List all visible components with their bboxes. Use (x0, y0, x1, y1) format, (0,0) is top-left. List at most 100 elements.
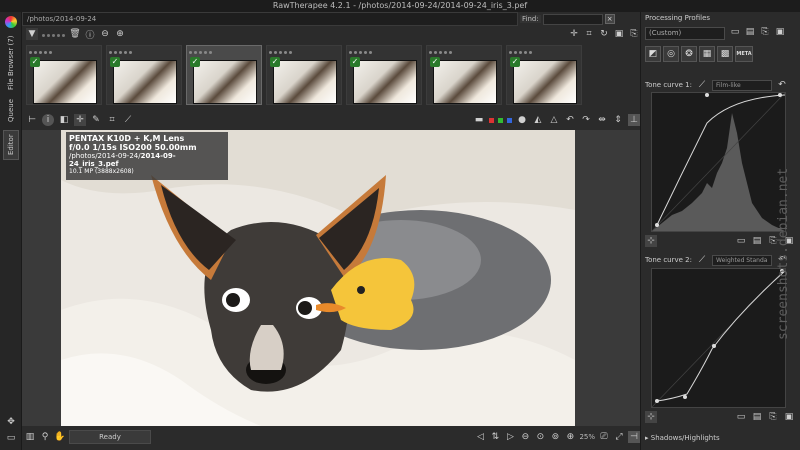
curve-2-edit-icon[interactable]: ⊹ (645, 411, 657, 423)
shadows-highlights-section[interactable]: ▸ Shadows/Highlights (645, 434, 720, 442)
preferences-icon[interactable]: ▭ (5, 432, 17, 444)
rotate-left-icon[interactable]: ↶ (564, 114, 576, 126)
before-after-icon[interactable]: ◧ (58, 114, 70, 126)
curve-1-edit-icon[interactable]: ⊹ (645, 235, 657, 247)
highlight-clip-icon[interactable]: △ (548, 114, 560, 126)
thumbnail-4[interactable]: ✓ (266, 45, 342, 105)
detail-window-icon[interactable]: ⎚ (598, 431, 610, 443)
channel-blue[interactable] (507, 117, 512, 123)
tone-curve-2-header: Tone curve 2: ⟋ Weighted Standa ↶ (645, 253, 788, 267)
meta-tab[interactable]: META (735, 46, 753, 62)
check-icon: ✓ (430, 57, 440, 67)
thumbnail-7[interactable]: ✓ (506, 45, 582, 105)
trash-icon[interactable]: 🗑 (69, 28, 81, 40)
thumbnail-6[interactable]: ✓ (426, 45, 502, 105)
thumbnail-2[interactable]: ✓ (106, 45, 182, 105)
thumbnail-image: ✓ (30, 57, 97, 104)
exposure-tab-icon[interactable]: ◩ (645, 46, 661, 62)
history-icon[interactable]: ▥ (24, 431, 36, 443)
curve-1-save-icon[interactable]: ▤ (751, 235, 763, 247)
hide-top-panel-icon[interactable]: ⊥ (628, 114, 640, 126)
zoom-out-button-icon[interactable]: ⊖ (519, 431, 531, 443)
tab-editor[interactable]: Editor (3, 130, 19, 160)
snapshot-icon[interactable]: ⚲ (39, 431, 51, 443)
crop-icon[interactable]: ⌗ (583, 28, 595, 40)
curve-2-save-icon[interactable]: ▤ (751, 411, 763, 423)
preview-mode-icon[interactable]: ● (516, 114, 528, 126)
channel-green[interactable] (498, 117, 503, 123)
crosshair-icon[interactable]: ✛ (568, 28, 580, 40)
raw-tab-icon[interactable]: ▩ (717, 46, 733, 62)
zoom-fit-icon[interactable]: ⊙ (534, 431, 546, 443)
check-icon: ✓ (270, 57, 280, 67)
thumbnail-image: ✓ (510, 57, 577, 104)
tone-curve-2-editor[interactable] (651, 268, 786, 408)
profile-icon[interactable]: ▣ (613, 28, 625, 40)
thumbnail-3[interactable]: ✓ (186, 45, 262, 105)
path-field[interactable]: /photos/2014-09-24 (22, 12, 518, 26)
window-title: RawTherapee 4.2.1 - /photos/2014-09-24/2… (0, 0, 800, 12)
profiles-title: Processing Profiles (645, 14, 711, 22)
tone-curve-1-header: Tone curve 1: ⟋ Film-like ↶ (645, 78, 788, 92)
tab-queue[interactable]: Queue (3, 96, 19, 126)
zoom-100-icon[interactable]: ⊚ (549, 431, 561, 443)
flip-horizontal-icon[interactable]: ⇹ (596, 114, 608, 126)
hand-icon[interactable]: ✋ (54, 431, 66, 443)
hide-left-panel-icon[interactable]: ⊢ (26, 114, 38, 126)
image-preview[interactable]: PENTAX K10D + K,M Lens f/0.0 1/15s ISO20… (22, 130, 640, 426)
zoom-in-icon[interactable]: ⊕ (114, 28, 126, 40)
tab-queue-label: Queue (7, 99, 15, 123)
tone-curve-2-mode[interactable]: Weighted Standa (712, 254, 772, 266)
curve-2-copy-icon[interactable]: ⎘ (767, 411, 779, 423)
find-clear-icon[interactable]: × (604, 14, 615, 24)
left-tab-bar: File Browser (7) Queue Editor ✥ ▭ (0, 12, 22, 450)
tone-curve-1-mode[interactable]: Film-like (712, 79, 772, 91)
curve-type-icon[interactable]: ⟋ (696, 79, 708, 91)
photo: PENTAX K10D + K,M Lens f/0.0 1/15s ISO20… (61, 130, 575, 426)
thumbnail-5[interactable]: ✓ (346, 45, 422, 105)
info-icon[interactable]: ⓘ (84, 28, 96, 41)
channel-red[interactable] (489, 117, 494, 123)
flip-vertical-icon[interactable]: ⇕ (612, 114, 624, 126)
channel-selector-icon[interactable]: ▬ (473, 114, 485, 126)
tab-file-browser-label: File Browser (7) (7, 35, 15, 91)
copy-icon[interactable]: ⎘ (628, 28, 640, 40)
save-profile-icon[interactable]: ▤ (744, 26, 756, 38)
profile-select[interactable]: (Custom) (645, 27, 725, 40)
info-toggle-icon[interactable]: i (42, 114, 54, 126)
zoom-out-icon[interactable]: ⊖ (99, 28, 111, 40)
tab-file-browser[interactable]: File Browser (7) (3, 32, 19, 94)
filter-icon[interactable]: ▼ (26, 28, 38, 40)
curve-2-type-icon[interactable]: ⟋ (696, 254, 708, 266)
reset-curve-1-icon[interactable]: ↶ (776, 79, 788, 91)
thumbnail-1[interactable]: ✓ (26, 45, 102, 105)
sync-icon[interactable]: ⇅ (489, 431, 501, 443)
paste-profile-icon[interactable]: ▣ (774, 26, 786, 38)
shadow-clip-icon[interactable]: ◭ (532, 114, 544, 126)
hand-tool-icon[interactable]: ✛ (74, 114, 86, 126)
hide-right-panel-icon[interactable]: ⊣ (628, 431, 640, 443)
straighten-icon[interactable]: ⟋ (122, 114, 134, 126)
crop-tool-icon[interactable]: ⌗ (106, 114, 118, 126)
open-profile-icon[interactable]: ▭ (729, 26, 741, 38)
detail-tab-icon[interactable]: ◎ (663, 46, 679, 62)
fullscreen-icon[interactable]: ⤢ (613, 431, 625, 443)
prev-image-icon[interactable]: ◁ (474, 431, 486, 443)
zoom-in-button-icon[interactable]: ⊕ (564, 431, 576, 443)
rank-filter[interactable] (41, 30, 66, 39)
color-tab-icon[interactable]: ❂ (681, 46, 697, 62)
rotate-icon[interactable]: ↻ (598, 28, 610, 40)
move-icon[interactable]: ✥ (5, 416, 17, 428)
find-input[interactable] (542, 13, 603, 25)
tone-curve-2-graph (651, 268, 786, 408)
transform-tab-icon[interactable]: ▦ (699, 46, 715, 62)
rotate-right-icon[interactable]: ↷ (580, 114, 592, 126)
curve-1-open-icon[interactable]: ▭ (735, 235, 747, 247)
curve-2-paste-icon[interactable]: ▣ (783, 411, 795, 423)
color-picker-icon[interactable]: ✎ (90, 114, 102, 126)
next-image-icon[interactable]: ▷ (504, 431, 516, 443)
copy-profile-icon[interactable]: ⎘ (759, 26, 771, 38)
info-overlay: PENTAX K10D + K,M Lens f/0.0 1/15s ISO20… (66, 132, 228, 180)
curve-2-open-icon[interactable]: ▭ (735, 411, 747, 423)
tone-curve-1-editor[interactable] (651, 92, 786, 232)
